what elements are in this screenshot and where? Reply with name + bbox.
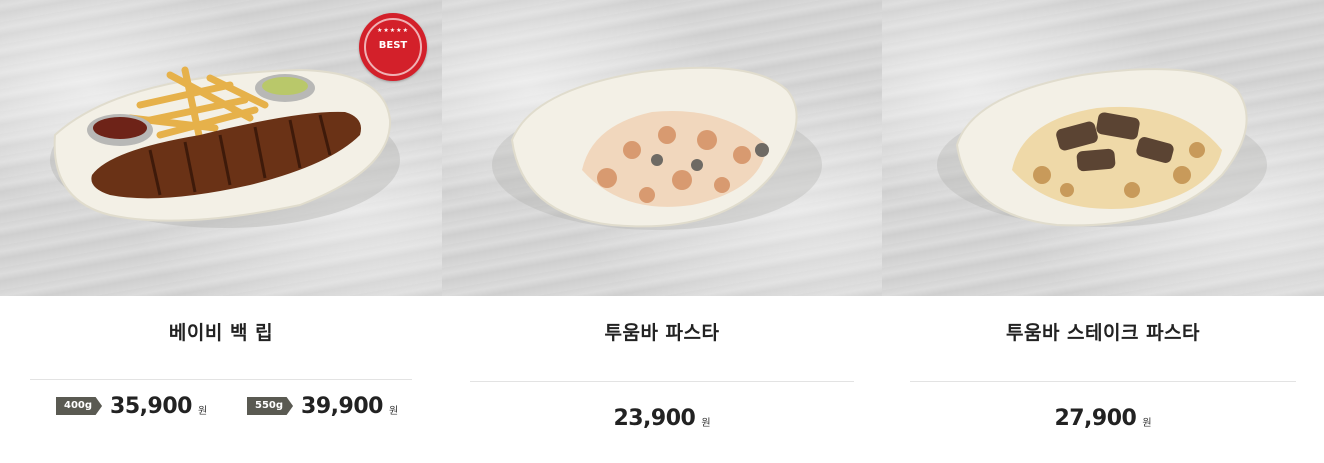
menu-name[interactable]: 투움바 스테이크 파스타 <box>912 318 1294 345</box>
food-photo[interactable] <box>442 0 882 296</box>
divider <box>470 381 854 382</box>
currency-unit: 원 <box>1142 418 1152 429</box>
currency-unit: 원 <box>701 418 711 429</box>
menu-name[interactable]: 투움바 파스타 <box>472 318 852 345</box>
price-option: 23,900 원 <box>613 406 710 431</box>
price-amount: 27,900 <box>1054 406 1137 431</box>
price-option-550g: 550g 39,900 원 <box>247 394 398 419</box>
price-option-400g: 400g 35,900 원 <box>56 394 207 419</box>
price-amount: 35,900 <box>110 393 192 419</box>
menu-grid: ★★★★★ BEST 베이비 백 립 400g 35,900 원 550g 39… <box>0 0 1324 463</box>
menu-card-toowoomba-steak-pasta[interactable]: 투움바 스테이크 파스타 27,900 원 <box>882 0 1324 463</box>
best-badge: ★★★★★ BEST <box>359 13 427 81</box>
currency-unit: 원 <box>388 405 399 417</box>
menu-card-baby-back-ribs[interactable]: ★★★★★ BEST 베이비 백 립 400g 35,900 원 550g 39… <box>0 0 442 463</box>
food-photo[interactable]: ★★★★★ BEST <box>0 0 442 296</box>
steak-pasta-plate-illustration <box>937 68 1267 227</box>
size-tag: 550g <box>247 397 294 415</box>
divider <box>910 381 1296 382</box>
price-amount: 39,900 <box>301 393 383 419</box>
size-tag: 400g <box>56 397 103 415</box>
menu-name[interactable]: 베이비 백 립 <box>30 318 412 345</box>
price-amount: 23,900 <box>613 406 696 431</box>
divider <box>30 379 412 380</box>
price-row: 27,900 원 <box>882 406 1324 431</box>
price-option: 27,900 원 <box>1054 406 1151 431</box>
badge-stars: ★★★★★ <box>377 27 409 34</box>
pasta-plate-illustration <box>492 66 822 230</box>
badge-label: BEST <box>378 40 408 51</box>
menu-card-toowoomba-pasta[interactable]: 투움바 파스타 23,900 원 <box>442 0 882 463</box>
food-photo[interactable] <box>882 0 1324 296</box>
currency-unit: 원 <box>197 405 208 417</box>
price-row: 23,900 원 <box>442 406 882 431</box>
